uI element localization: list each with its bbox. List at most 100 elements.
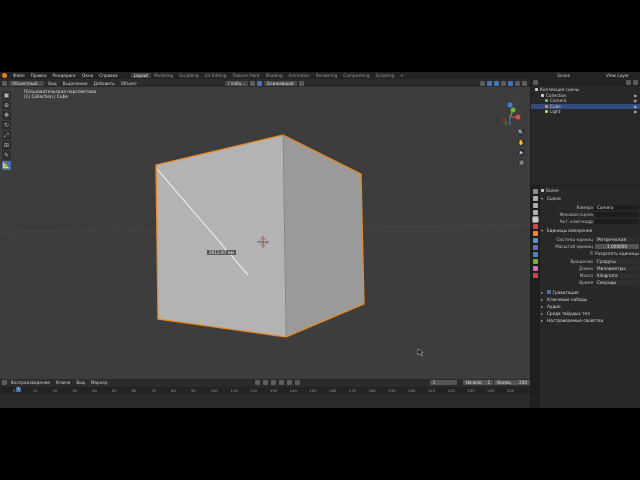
prev-keyframe-icon[interactable]: [263, 380, 269, 385]
play-icon[interactable]: [279, 380, 285, 385]
tab-uv-editing[interactable]: UV Editing: [202, 73, 230, 78]
tool-tab-icon[interactable]: [533, 189, 538, 194]
outliner-search-icon[interactable]: [626, 80, 631, 85]
cube-side-face[interactable]: [283, 135, 364, 337]
tab-rendering[interactable]: Rendering: [313, 73, 340, 78]
add-workspace-button[interactable]: +: [397, 73, 407, 78]
3d-viewport[interactable]: Объектный... Вид Выделение Добавить Объе…: [0, 79, 530, 379]
tab-shading[interactable]: Shading: [263, 73, 286, 78]
section-gravity[interactable]: ▸ Гравитация: [541, 289, 639, 295]
timeline-editor-type-icon[interactable]: [2, 380, 7, 385]
time-dropdown[interactable]: Секунды: [595, 279, 639, 285]
tab-animation[interactable]: Animation: [286, 73, 313, 78]
transform-orientation-dropdown[interactable]: Глоба...: [225, 80, 249, 86]
frame-ruler[interactable]: 0 10 20 30 40 50 60 70 80 90 100 110 120 130 140 150 160…: [0, 387, 530, 394]
overlay-toggle-icon[interactable]: [494, 80, 499, 86]
tab-compositing[interactable]: Compositing: [340, 73, 372, 78]
xray-icon[interactable]: [501, 80, 506, 86]
visibility-eye-icon[interactable]: ◉: [634, 98, 638, 103]
object-tab-icon[interactable]: [533, 231, 538, 236]
scene-selector[interactable]: Scene: [554, 73, 573, 78]
visibility-eye-icon[interactable]: ◉: [634, 104, 638, 109]
output-tab-icon[interactable]: [533, 203, 538, 208]
section-rigid-body-world[interactable]: ▸ Среда твёрдых тел: [541, 310, 639, 316]
tab-modeling[interactable]: Modeling: [151, 73, 176, 78]
play-reverse-icon[interactable]: [271, 380, 277, 385]
editor-type-icon[interactable]: [2, 80, 7, 86]
menu-render[interactable]: Рендеринг: [50, 73, 80, 78]
tab-scripting[interactable]: Scripting: [373, 73, 398, 78]
menu-help[interactable]: Справка: [96, 73, 120, 78]
background-scene-field[interactable]: [595, 211, 639, 217]
timeline-menu-view[interactable]: Вид: [73, 380, 88, 385]
end-frame-field[interactable]: Конец 250: [494, 380, 530, 385]
section-units[interactable]: ▾ Единицы измерения: [541, 227, 639, 233]
section-custom-properties[interactable]: ▸ Настраиваемые свойства: [541, 317, 639, 323]
viewport-menu-view[interactable]: Вид: [45, 81, 60, 86]
scene-tab-icon[interactable]: [532, 216, 539, 223]
start-frame-field[interactable]: Начало 1: [462, 380, 494, 385]
view-layer-selector[interactable]: View Layer: [603, 73, 632, 78]
active-clip-field[interactable]: [595, 218, 639, 224]
current-frame-field[interactable]: 1: [429, 380, 457, 385]
pan-view-icon[interactable]: ✋: [518, 139, 525, 146]
particles-tab-icon[interactable]: [533, 245, 538, 250]
menu-file[interactable]: Файл: [10, 73, 28, 78]
zoom-view-icon[interactable]: 🔍: [518, 129, 525, 136]
camera-field[interactable]: Camera: [595, 204, 639, 210]
visibility-eye-icon[interactable]: ◉: [634, 93, 638, 98]
proportional-edit-icon[interactable]: [298, 80, 304, 86]
timeline-track-area[interactable]: [0, 394, 530, 408]
visibility-icon[interactable]: [480, 80, 485, 86]
world-tab-icon[interactable]: [533, 224, 538, 229]
gizmo-toggle-icon[interactable]: [487, 80, 492, 86]
visibility-eye-icon[interactable]: ◉: [634, 109, 638, 114]
length-dropdown[interactable]: Миллиметры: [595, 265, 639, 271]
pivot-icon[interactable]: [250, 80, 256, 86]
material-shading-icon[interactable]: [515, 80, 520, 86]
playhead[interactable]: 1: [16, 387, 21, 392]
unit-system-dropdown[interactable]: Метрическая: [595, 236, 639, 242]
snap-target-dropdown[interactable]: Ближайший: [264, 80, 297, 86]
tab-layout[interactable]: Layout: [130, 73, 151, 78]
tab-texture-paint[interactable]: Texture Paint: [229, 73, 262, 78]
viewport-menu-select[interactable]: Выделение: [60, 81, 91, 86]
gravity-checkbox[interactable]: [547, 290, 551, 294]
blender-logo-icon[interactable]: [2, 73, 7, 78]
next-keyframe-icon[interactable]: [287, 380, 293, 385]
jump-start-icon[interactable]: [255, 380, 261, 385]
physics-tab-icon[interactable]: [533, 252, 538, 257]
render-tab-icon[interactable]: [533, 196, 538, 201]
rendered-shading-icon[interactable]: [522, 80, 527, 86]
constraints-tab-icon[interactable]: [533, 259, 538, 264]
timeline-menu-playback[interactable]: Воспроизведение: [8, 380, 53, 385]
section-audio[interactable]: ▸ Аудио: [541, 303, 639, 309]
viewport-menu-add[interactable]: Добавить: [91, 81, 118, 86]
ortho-toggle-icon[interactable]: ▦: [518, 159, 525, 166]
jump-end-icon[interactable]: [295, 380, 301, 385]
rotation-dropdown[interactable]: Градусы: [595, 258, 639, 264]
menu-window[interactable]: Окно: [79, 73, 96, 78]
viewport-menu-object[interactable]: Объект: [118, 81, 140, 86]
separate-units-checkbox[interactable]: [589, 251, 593, 255]
solid-shading-icon[interactable]: [508, 80, 513, 86]
material-tab-icon[interactable]: [533, 273, 538, 278]
outliner-filter-icon[interactable]: [633, 80, 638, 85]
section-keying-sets[interactable]: ▸ Ключевые наборы: [541, 296, 639, 302]
menu-edit[interactable]: Правка: [28, 73, 50, 78]
outliner-editor-type-icon[interactable]: [533, 80, 538, 85]
outliner-row-light[interactable]: Light ◉: [531, 109, 640, 115]
timeline-menu-marker[interactable]: Маркер: [88, 380, 111, 385]
data-tab-icon[interactable]: [533, 266, 538, 271]
mass-dropdown[interactable]: Kilograms: [595, 272, 639, 278]
view-layer-tab-icon[interactable]: [533, 210, 538, 215]
section-scene[interactable]: ▾ Сцена: [541, 195, 639, 201]
modifier-tab-icon[interactable]: [533, 238, 538, 243]
snap-toggle-icon[interactable]: [257, 80, 263, 86]
cube-front-face[interactable]: [156, 135, 286, 337]
tab-sculpting[interactable]: Sculpting: [176, 73, 202, 78]
timeline-menu-keying[interactable]: Ключи: [53, 380, 73, 385]
mode-selector[interactable]: Объектный...: [9, 80, 45, 86]
navigation-gizmo-icon[interactable]: [502, 102, 521, 126]
camera-view-icon[interactable]: ▶: [518, 149, 525, 156]
